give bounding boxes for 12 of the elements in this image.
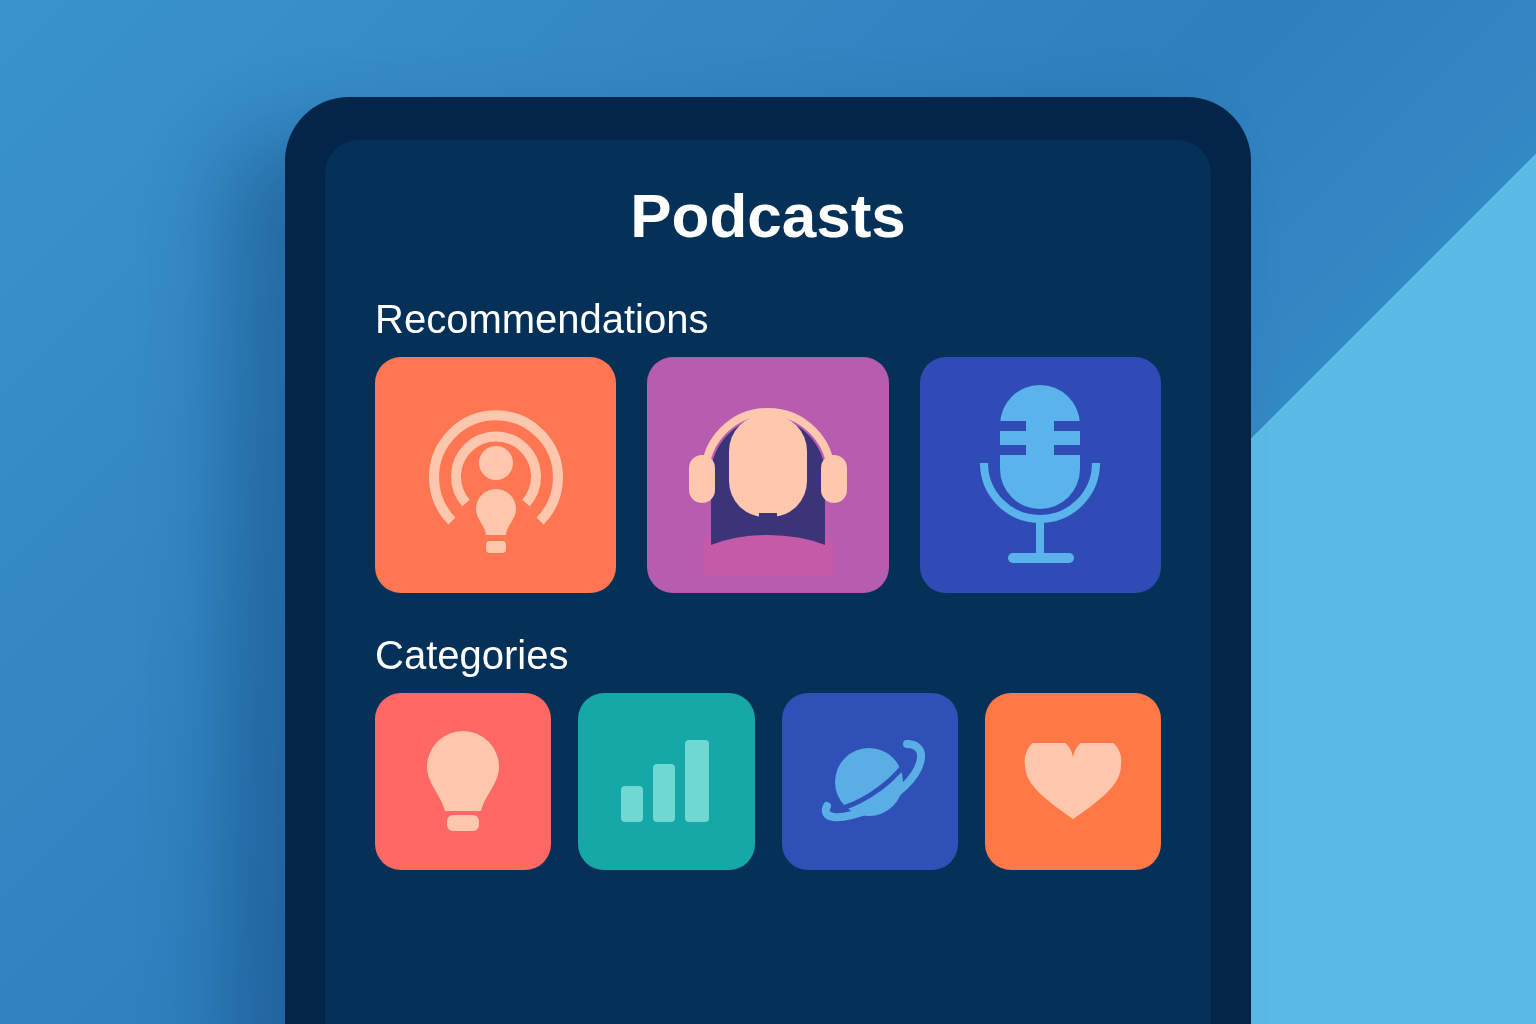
category-tile[interactable] [578, 693, 755, 870]
heart-icon [1022, 742, 1123, 821]
recommendation-tile[interactable] [919, 357, 1161, 593]
category-tile[interactable] [781, 693, 958, 870]
category-tile[interactable] [984, 693, 1161, 870]
page-title: Podcasts [629, 180, 907, 251]
bar-chart-icon [621, 739, 712, 824]
recommendation-tile[interactable] [375, 357, 617, 593]
recommendation-tile[interactable] [647, 357, 889, 593]
category-tile[interactable] [375, 693, 552, 870]
section-heading: Categories [375, 635, 570, 675]
section-heading: Recommendations [375, 299, 710, 339]
